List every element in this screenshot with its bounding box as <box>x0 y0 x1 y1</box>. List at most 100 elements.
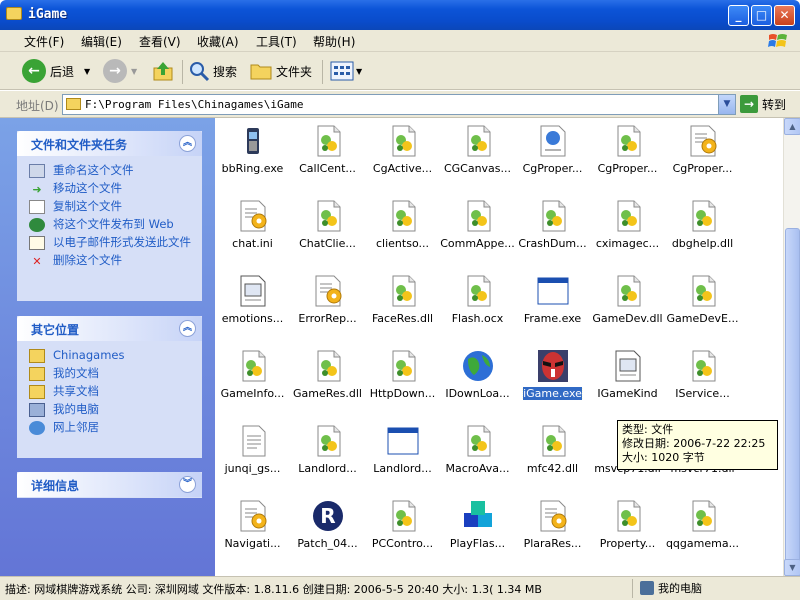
go-button[interactable]: → 转到 <box>740 95 786 113</box>
back-button[interactable]: ← 后退 ▼ <box>22 58 90 84</box>
file-item[interactable]: GameRes.dll <box>290 343 365 413</box>
menu-favorites[interactable]: 收藏(A) <box>197 33 239 50</box>
menu-file[interactable]: 文件(F) <box>24 33 64 50</box>
place-chinagames[interactable]: Chinagames <box>29 349 196 363</box>
up-folder-icon <box>153 62 173 81</box>
file-item[interactable]: dbghelp.dll <box>665 193 740 263</box>
file-item[interactable]: Flash.ocx <box>440 268 515 338</box>
place-label: 网上邻居 <box>53 420 99 434</box>
file-name: HttpDown... <box>369 387 436 400</box>
file-item[interactable]: PlayFlas... <box>440 493 515 563</box>
file-item[interactable]: IDownLoa... <box>440 343 515 413</box>
file-item[interactable]: CGCanvas... <box>440 118 515 188</box>
task-copy[interactable]: 复制这个文件 <box>29 200 196 214</box>
search-button[interactable]: 搜索 <box>188 58 237 84</box>
r-logo-icon: R <box>312 499 344 533</box>
file-item[interactable]: CallCent... <box>290 118 365 188</box>
minimize-button[interactable]: _ <box>728 5 749 26</box>
file-item[interactable]: PCContro... <box>365 493 440 563</box>
place-network[interactable]: 网上邻居 <box>29 421 196 435</box>
place-label: 我的文档 <box>53 366 99 380</box>
file-item[interactable]: GameInfo... <box>215 343 290 413</box>
place-my-computer[interactable]: 我的电脑 <box>29 403 196 417</box>
file-item[interactable]: qqgamema... <box>665 493 740 563</box>
task-delete[interactable]: ✕ 删除这个文件 <box>29 254 196 268</box>
menu-help[interactable]: 帮助(H) <box>313 33 355 50</box>
task-email[interactable]: 以电子邮件形式发送此文件 <box>29 236 196 250</box>
file-item[interactable]: bbRing.exe <box>215 118 290 188</box>
rename-icon <box>29 164 45 178</box>
file-item[interactable]: Navigati... <box>215 493 290 563</box>
file-item[interactable]: junqi_gs... <box>215 418 290 488</box>
scroll-down-button[interactable]: ▼ <box>784 559 800 576</box>
file-item[interactable]: Property... <box>590 493 665 563</box>
file-item[interactable]: CommAppe... <box>440 193 515 263</box>
file-item[interactable]: PlaraRes... <box>515 493 590 563</box>
title-bar[interactable]: iGame _ □ ✕ <box>0 0 800 30</box>
file-list[interactable]: bbRing.exe CallCent... CgActive... CGCanvas… <box>215 118 783 576</box>
vertical-scrollbar[interactable]: ▲ ▼ <box>783 118 800 600</box>
dll-icon <box>237 349 269 383</box>
toolbar-separator <box>182 60 183 84</box>
file-item[interactable]: GameDev.dll <box>590 268 665 338</box>
task-rename[interactable]: 重命名这个文件 <box>29 164 196 178</box>
file-item[interactable]: CgProper... <box>515 118 590 188</box>
file-item[interactable]: iGame.exe <box>515 343 590 413</box>
file-item[interactable]: clientso... <box>365 193 440 263</box>
file-item[interactable]: Landlord... <box>365 418 440 488</box>
file-item[interactable]: CgProper... <box>590 118 665 188</box>
menu-view[interactable]: 查看(V) <box>139 33 181 50</box>
file-item[interactable]: IService... <box>665 343 740 413</box>
file-item[interactable]: ChatClie... <box>290 193 365 263</box>
collapse-icon[interactable]: ︽ <box>179 135 196 152</box>
file-item[interactable]: Landlord... <box>290 418 365 488</box>
scroll-up-button[interactable]: ▲ <box>784 118 800 135</box>
file-item[interactable]: IGameKind <box>590 343 665 413</box>
expand-icon[interactable]: ︾ <box>179 476 196 493</box>
views-button[interactable]: ▼ <box>330 58 362 84</box>
file-item[interactable]: HttpDown... <box>365 343 440 413</box>
folders-button[interactable]: 文件夹 <box>250 58 312 84</box>
task-publish-web[interactable]: 将这个文件发布到 Web <box>29 218 196 232</box>
file-name: IService... <box>675 387 730 400</box>
dll-icon <box>312 349 344 383</box>
file-item[interactable]: CgActive... <box>365 118 440 188</box>
panel-header[interactable]: 其它位置 ︽ <box>17 316 202 341</box>
file-item[interactable]: chat.ini <box>215 193 290 263</box>
collapse-icon[interactable]: ︽ <box>179 320 196 337</box>
phone-exe-icon <box>237 124 269 158</box>
file-item[interactable]: R Patch_04... <box>290 493 365 563</box>
file-item[interactable]: MacroAva... <box>440 418 515 488</box>
file-item[interactable]: emotions... <box>215 268 290 338</box>
file-name: GameRes.dll <box>293 387 362 400</box>
address-dropdown-button[interactable]: ▼ <box>718 95 735 114</box>
panel-header[interactable]: 详细信息 ︾ <box>17 472 202 497</box>
file-name: cximagec... <box>595 237 660 250</box>
place-my-documents[interactable]: 我的文档 <box>29 367 196 381</box>
file-name: CgProper... <box>597 162 658 175</box>
place-shared-documents[interactable]: 共享文档 <box>29 385 196 399</box>
file-item[interactable]: CgProper... <box>665 118 740 188</box>
file-item[interactable]: FaceRes.dll <box>365 268 440 338</box>
address-input[interactable]: F:\Program Files\Chinagames\iGame ▼ <box>62 94 736 115</box>
scroll-thumb[interactable] <box>785 228 800 600</box>
menu-edit[interactable]: 编辑(E) <box>81 33 122 50</box>
forward-button[interactable]: → ▼ <box>103 58 137 84</box>
dll-icon <box>462 124 494 158</box>
close-button[interactable]: ✕ <box>774 5 795 26</box>
menu-tools[interactable]: 工具(T) <box>256 33 297 50</box>
file-item[interactable]: cximagec... <box>590 193 665 263</box>
dll-icon <box>387 274 419 308</box>
up-folder-button[interactable] <box>152 58 174 84</box>
maximize-button[interactable]: □ <box>751 5 772 26</box>
search-label: 搜索 <box>213 64 238 79</box>
file-item[interactable]: CrashDum... <box>515 193 590 263</box>
task-move[interactable]: ➜ 移动这个文件 <box>29 182 196 196</box>
file-item[interactable]: Frame.exe <box>515 268 590 338</box>
dll-icon <box>537 424 569 458</box>
file-item[interactable]: ErrorRep... <box>290 268 365 338</box>
file-item[interactable]: GameDevE... <box>665 268 740 338</box>
file-item[interactable]: mfc42.dll <box>515 418 590 488</box>
envelope-icon <box>29 236 45 250</box>
panel-header[interactable]: 文件和文件夹任务 ︽ <box>17 131 202 156</box>
